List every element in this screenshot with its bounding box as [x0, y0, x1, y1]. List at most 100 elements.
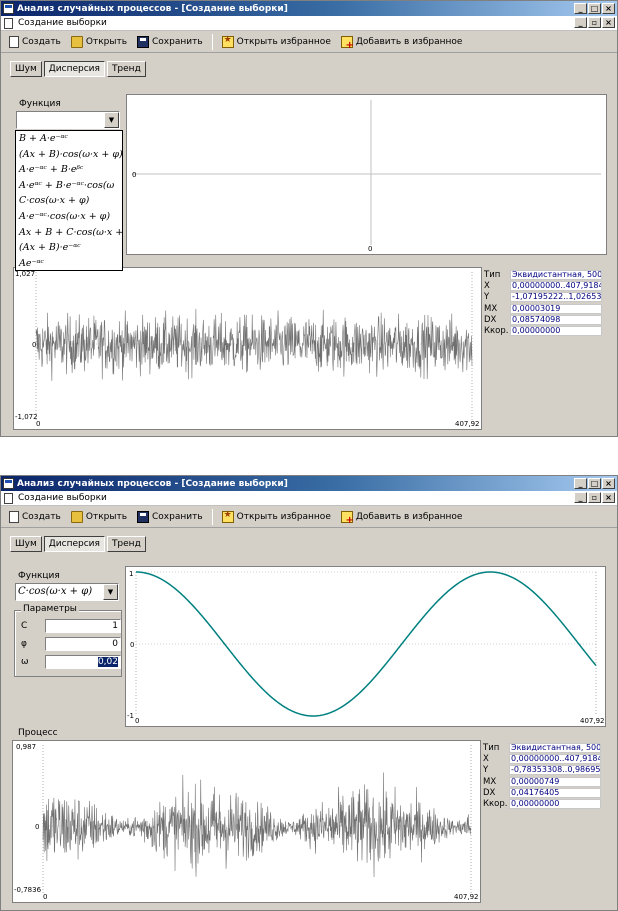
maximize-button[interactable]: □	[588, 478, 601, 489]
mdi-minimize-button[interactable]: _	[574, 492, 587, 503]
stats-panel-2: Тип Эквидистантная, 5000 X 0,00000000..407…	[483, 743, 601, 810]
open-favorites-button[interactable]: Открыть избранное	[218, 33, 335, 51]
dropdown-item[interactable]: A·e⁻ᵅᶜ + B·eᵝᶜ	[16, 162, 122, 178]
toolbar-separator	[211, 509, 213, 525]
folder-open-icon	[70, 36, 83, 48]
function-combo[interactable]: ▼	[16, 111, 120, 129]
minimize-button[interactable]: _	[574, 478, 587, 489]
add-favorites-button[interactable]: Добавить в избранное	[337, 508, 467, 526]
tab-noise[interactable]: Шум	[10, 536, 42, 552]
tab-bar: Шум Дисперсия Тренд	[10, 61, 146, 77]
function-plot[interactable]: 1 0 -1 0 407,92	[125, 566, 606, 727]
mdi-child-bar: Создание выборки _ ▫ ×	[1, 16, 617, 31]
dropdown-item[interactable]: C·cos(ω·x + φ)	[16, 193, 122, 209]
kcorr-value: 0,00000000	[509, 798, 601, 809]
save-button[interactable]: Сохранить	[133, 33, 207, 51]
new-file-icon	[9, 36, 19, 48]
chevron-down-icon[interactable]: ▼	[103, 584, 118, 600]
app-icon	[3, 3, 14, 14]
x-value: 0,00000000..407,91840	[510, 281, 602, 292]
add-favorite-icon	[340, 511, 354, 526]
param-row: C 1	[21, 619, 121, 634]
process-x-min: 0	[36, 420, 40, 428]
toolbar-separator	[211, 34, 213, 50]
minimize-button[interactable]: _	[574, 3, 587, 14]
close-button[interactable]: ×	[602, 478, 615, 489]
add-favorite-icon	[340, 36, 354, 51]
title-bar[interactable]: Анализ случайных процессов - [Создание в…	[1, 476, 617, 491]
parameters-title: Параметры	[21, 604, 79, 614]
process-series-line	[42, 772, 472, 878]
title-bar[interactable]: Анализ случайных процессов - [Создание в…	[1, 1, 617, 16]
function-plot-y-zero: 0	[130, 641, 134, 649]
process-x-min: 0	[43, 893, 47, 901]
add-favorites-button[interactable]: Добавить в избранное	[337, 33, 467, 51]
process-y-min: -1,072	[15, 413, 38, 421]
dropdown-item[interactable]: (Ax + B)·e⁻ᵅᶜ	[16, 240, 122, 256]
mdi-minimize-button[interactable]: _	[574, 17, 587, 28]
dropdown-item[interactable]: Ax + B + C·cos(ω·x + φ	[16, 225, 122, 241]
document-icon	[4, 17, 13, 29]
mdi-child-bar: Создание выборки _ ▫ ×	[1, 491, 617, 506]
process-series-line	[35, 308, 473, 381]
mdi-title: Создание выборки	[18, 493, 107, 503]
function-plot-y-min: -1	[127, 712, 134, 720]
toolbar: Создать Открыть Сохранить Открыть избран…	[1, 507, 617, 528]
x-label: X	[484, 281, 490, 292]
param-c-input[interactable]: 1	[45, 619, 121, 633]
mdi-restore-button[interactable]: ▫	[588, 492, 601, 503]
document-icon	[4, 492, 13, 504]
maximize-button[interactable]: □	[588, 3, 601, 14]
open-favorites-button[interactable]: Открыть избранное	[218, 508, 335, 526]
mdi-close-button[interactable]: ×	[602, 492, 615, 503]
chevron-down-icon[interactable]: ▼	[104, 112, 119, 128]
mx-label: MX	[484, 303, 498, 314]
tab-noise[interactable]: Шум	[10, 61, 42, 77]
kcorr-label: Ккор.	[483, 798, 508, 809]
y-value: -0,78353308..0,986955	[509, 765, 601, 776]
parameters-group: Параметры C 1 φ 0 ω 0,02	[14, 604, 122, 677]
create-button[interactable]: Создать	[5, 508, 65, 526]
process-y-zero: 0	[32, 341, 36, 349]
create-button[interactable]: Создать	[5, 33, 65, 51]
open-button[interactable]: Открыть	[67, 33, 131, 51]
param-omega-input[interactable]: 0,02	[45, 655, 121, 669]
function-plot[interactable]: 0 0	[126, 94, 607, 255]
dropdown-item[interactable]: Ae⁻ᵅᶜ	[16, 256, 122, 270]
process-plot-2[interactable]: 0,987 0 -0,7836 0 407,92	[12, 740, 481, 903]
mdi-title: Создание выборки	[18, 18, 107, 28]
dx-label: DX	[484, 314, 497, 325]
process-plot-1[interactable]: 1,027 0 -1,072 0 407,92	[13, 267, 482, 430]
process-x-max: 407,92	[454, 893, 479, 901]
app-window-1: Анализ случайных процессов - [Создание в…	[0, 0, 618, 437]
param-phi-input[interactable]: 0	[45, 637, 121, 651]
tab-dispersion[interactable]: Дисперсия	[43, 61, 105, 77]
open-button[interactable]: Открыть	[67, 508, 131, 526]
process-y-max: 1,027	[15, 270, 35, 278]
type-label: Тип	[484, 270, 501, 280]
tab-trend[interactable]: Тренд	[106, 536, 146, 552]
tab-dispersion[interactable]: Дисперсия	[43, 536, 105, 552]
favorites-icon	[221, 35, 234, 48]
favorites-icon	[221, 510, 234, 523]
mdi-restore-button[interactable]: ▫	[588, 17, 601, 28]
dropdown-item[interactable]: B + A·e⁻ᵅᶜ	[16, 131, 122, 147]
process-y-min: -0,7836	[14, 886, 42, 894]
folder-open-icon	[70, 511, 83, 523]
function-combo[interactable]: C·cos(ω·x + φ) ▼	[15, 583, 119, 601]
function-label: Функция	[19, 99, 61, 109]
dx-value: 0,04176405	[509, 787, 601, 798]
dropdown-item[interactable]: A·eᵅᶜ + B·e⁻ᵅᶜ·cos(ω	[16, 178, 122, 194]
mdi-close-button[interactable]: ×	[602, 17, 615, 28]
x-value: 0,00000000..407,91840	[509, 754, 601, 765]
dropdown-item[interactable]: A·e⁻ᵅᶜ·cos(ω·x + φ)	[16, 209, 122, 225]
tab-bar: Шум Дисперсия Тренд	[10, 536, 146, 552]
param-row: φ 0	[21, 637, 121, 652]
function-plot-x-zero: 0	[368, 245, 372, 253]
close-button[interactable]: ×	[602, 3, 615, 14]
param-name: C	[21, 621, 28, 631]
tab-trend[interactable]: Тренд	[106, 61, 146, 77]
dropdown-item[interactable]: (Ax + B)·cos(ω·x + φ)	[16, 147, 122, 163]
save-button[interactable]: Сохранить	[133, 508, 207, 526]
x-label: X	[483, 754, 489, 765]
